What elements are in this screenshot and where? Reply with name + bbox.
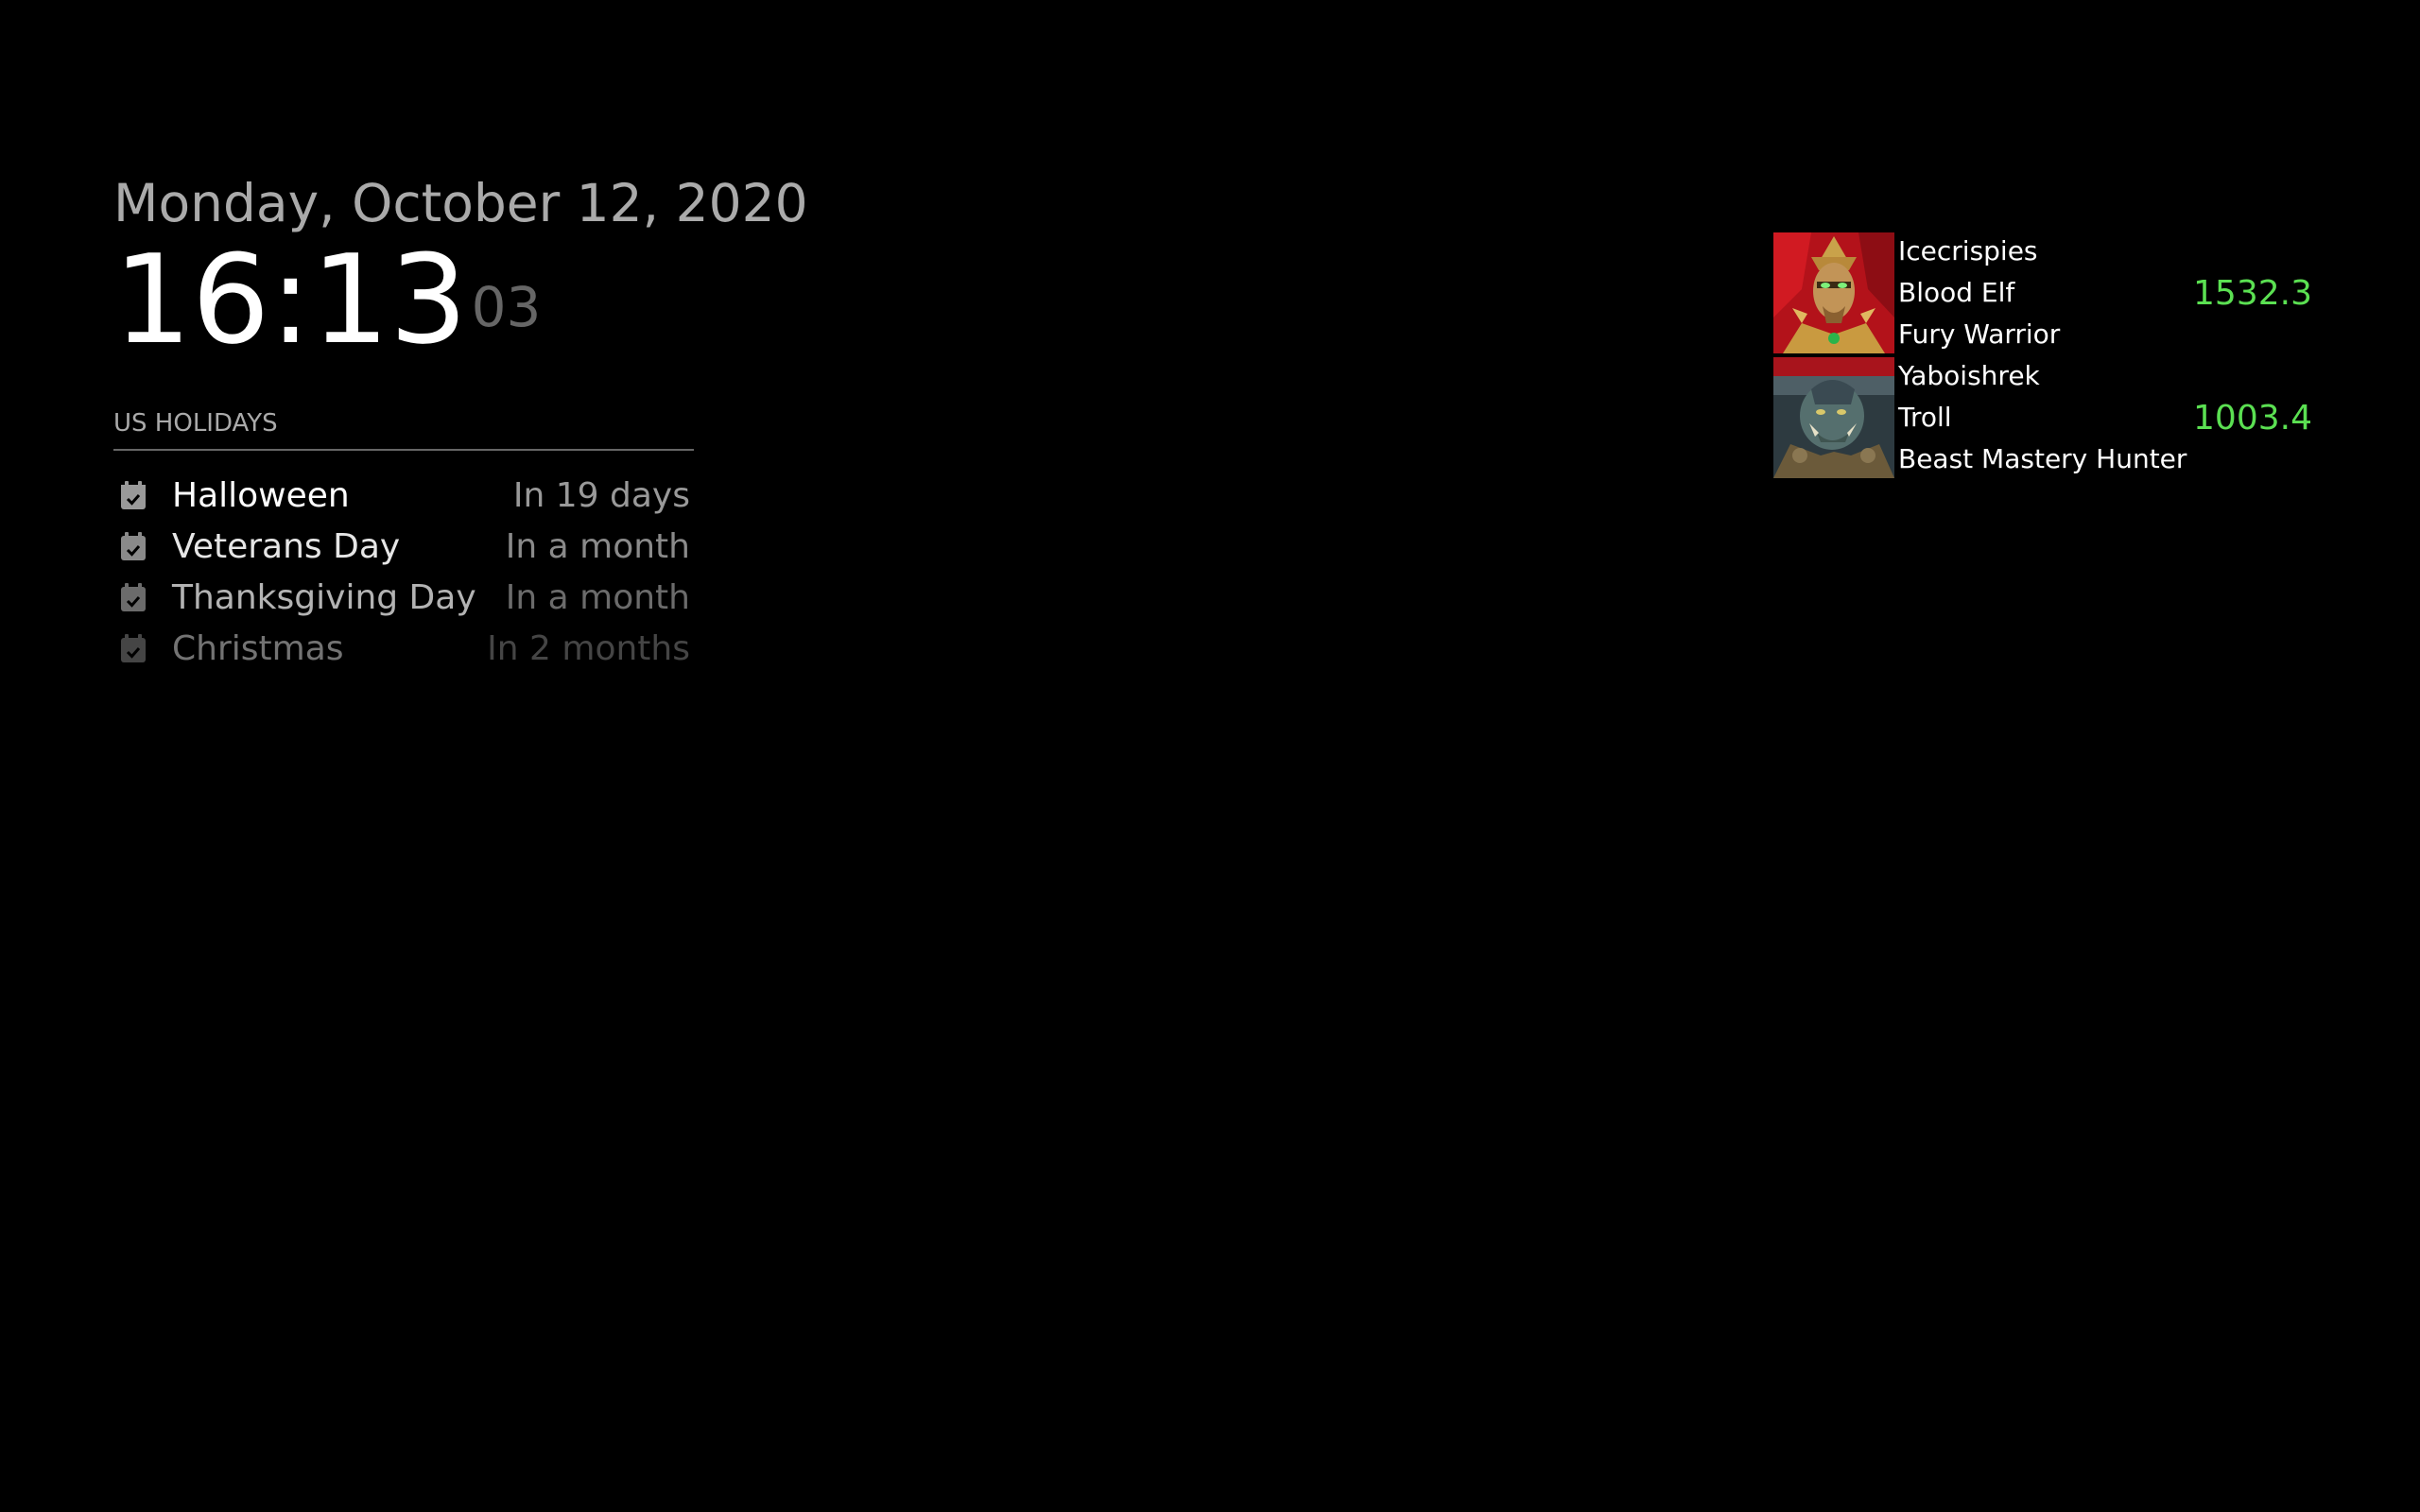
character-score-module: Icecrispies Blood Elf Fury Warrior 1532.… xyxy=(1773,231,2312,480)
character-spec: Fury Warrior xyxy=(1898,318,2061,350)
character-row: Yaboishrek Troll Beast Mastery Hunter 10… xyxy=(1773,355,2312,480)
calendar-check-icon xyxy=(121,532,146,560)
calendar-event-list: Halloween In 19 days Veterans Day In a m… xyxy=(113,470,694,674)
event-title: Veterans Day xyxy=(172,526,401,566)
calendar-header: US Holidays xyxy=(113,409,694,451)
troll-portrait xyxy=(1773,357,1894,478)
character-name: Yaboishrek xyxy=(1898,360,2040,391)
character-spec: Beast Mastery Hunter xyxy=(1898,443,2187,474)
clock-module: Monday, October 12, 2020 16:1303 xyxy=(113,170,808,361)
clock-hours-minutes: 16:13 xyxy=(113,228,468,371)
calendar-check-icon xyxy=(121,583,146,611)
clock-time: 16:1303 xyxy=(113,238,808,361)
calendar-event: Veterans Day In a month xyxy=(113,521,694,572)
event-time: In 2 months xyxy=(487,628,690,668)
calendar-event: Halloween In 19 days xyxy=(113,470,694,521)
event-title: Halloween xyxy=(172,475,350,515)
character-race: Blood Elf xyxy=(1898,277,2015,308)
character-info: Yaboishrek Troll Beast Mastery Hunter xyxy=(1898,355,2193,480)
calendar-event: Christmas In 2 months xyxy=(113,623,694,674)
event-time: In 19 days xyxy=(512,475,690,515)
character-row: Icecrispies Blood Elf Fury Warrior 1532.… xyxy=(1773,231,2312,355)
character-score: 1003.4 xyxy=(2193,398,2312,438)
calendar-check-icon xyxy=(121,481,146,509)
character-race: Troll xyxy=(1898,402,1952,433)
character-info: Icecrispies Blood Elf Fury Warrior xyxy=(1898,231,2193,355)
clock-seconds: 03 xyxy=(471,275,542,339)
calendar-event: Thanksgiving Day In a month xyxy=(113,572,694,623)
calendar-module: US Holidays Halloween In 19 days Veteran… xyxy=(113,409,694,674)
event-time: In a month xyxy=(505,577,690,617)
character-score: 1532.3 xyxy=(2193,273,2312,313)
character-name: Icecrispies xyxy=(1898,235,2038,266)
event-title: Christmas xyxy=(172,628,344,668)
calendar-check-icon xyxy=(121,634,146,662)
blood-elf-portrait xyxy=(1773,232,1894,353)
clock-date: Monday, October 12, 2020 xyxy=(113,173,808,233)
event-title: Thanksgiving Day xyxy=(172,577,476,617)
event-time: In a month xyxy=(505,526,690,566)
